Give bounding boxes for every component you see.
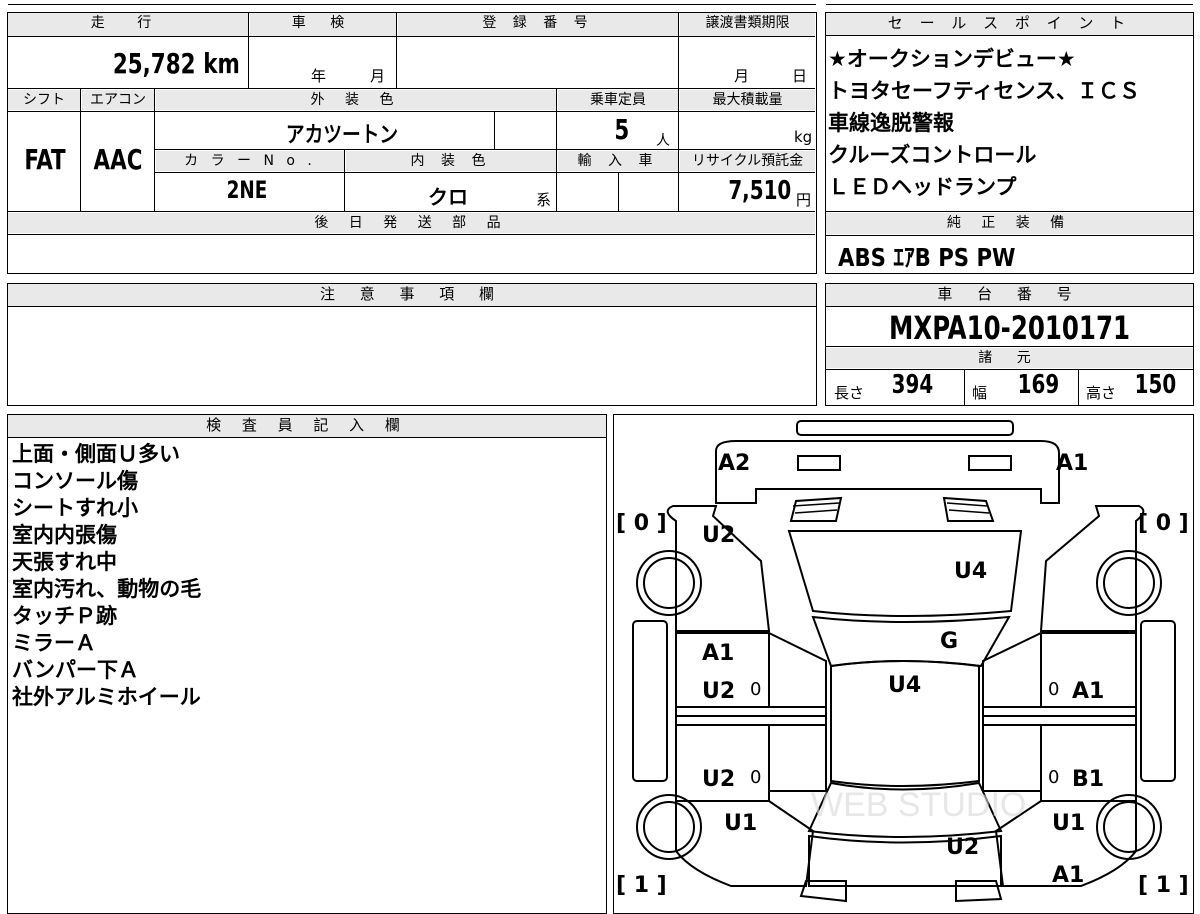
- height-value: 150: [1134, 370, 1177, 400]
- ext-color-header: 外 装 色: [156, 90, 556, 110]
- label-left-rear-fender: U1: [724, 811, 758, 836]
- shaken-header: 車 検: [250, 13, 396, 36]
- width-value: 169: [1017, 370, 1060, 400]
- bracket-bottom-right: [ 1 ]: [1138, 873, 1189, 898]
- inspector-line: シートすれ小: [12, 496, 138, 520]
- watermark: WEB STUDIO: [811, 786, 1026, 824]
- chassis-header: 車 台 番 号: [826, 284, 1193, 307]
- car-outline-diagram: WEB STUDIO: [632, 420, 1176, 903]
- transfer-deadline-header: 譲渡書類期限: [680, 13, 815, 36]
- capacity-header: 乗車定員: [558, 90, 678, 110]
- notes-block: 注 意 事 項 欄: [7, 283, 817, 406]
- zero-mark: 0: [1048, 767, 1060, 788]
- top-strip: [0, 0, 1200, 6]
- inspector-line: 社外アルミホイール: [12, 685, 201, 709]
- label-front-right: A1: [1056, 451, 1089, 476]
- height-label: 高さ: [1086, 384, 1117, 402]
- zero-mark: 0: [750, 767, 762, 788]
- notes-header: 注 意 事 項 欄: [8, 284, 816, 307]
- chassis-number: MXPA10-2010171: [888, 309, 1131, 347]
- zero-mark: 0: [1048, 679, 1060, 700]
- shaken-year: 年: [311, 67, 327, 85]
- max-load-unit: kg: [794, 128, 813, 146]
- bracket-top-left: [ 0 ]: [616, 511, 667, 536]
- recycle-unit: 円: [796, 191, 812, 209]
- sales-points-block: セ ー ル ス ポ イ ン ト ★オークションデビュー★ トヨタセーフティセンス…: [825, 12, 1194, 274]
- shift-header: シフト: [8, 90, 80, 110]
- sales-point: トヨタセーフティセンス、ＩＣＳ: [828, 79, 1141, 103]
- label-left-front-door-u: U2: [702, 679, 736, 704]
- label-hood: U4: [954, 559, 988, 584]
- inspector-lines: 上面・側面Ｕ多い コンソール傷 シートすれ小 室内内張傷 天張すれ中 室内汚れ、…: [8, 441, 606, 711]
- label-tailgate: U2: [946, 835, 980, 860]
- registration-header: 登 録 番 号: [398, 13, 678, 36]
- chassis-block: 車 台 番 号 MXPA10-2010171 諸 元 長さ 394 幅 169 …: [825, 283, 1194, 406]
- capacity-unit: 人: [656, 133, 670, 149]
- color-no-value: 2NE: [226, 176, 268, 204]
- inspector-line: コンソール傷: [12, 469, 138, 493]
- int-color-value: クロ: [428, 185, 468, 209]
- recycle-header: リサイクル預託金: [680, 151, 815, 171]
- label-roof: U4: [888, 673, 922, 698]
- label-rear-right: A1: [1052, 863, 1085, 888]
- sales-point: クルーズコントロール: [828, 143, 1037, 167]
- aircon-header: エアコン: [82, 90, 154, 110]
- sales-point: ＬＥＤヘッドランプ: [828, 175, 1017, 199]
- label-right-rear-fender: U1: [1052, 811, 1086, 836]
- label-left-fender: U2: [702, 523, 736, 548]
- sales-point: ★オークションデビュー★: [828, 47, 1076, 71]
- transfer-month: 月: [734, 67, 750, 85]
- max-load-header: 最大積載量: [680, 90, 815, 110]
- capacity-value: 5: [614, 113, 630, 146]
- shaken-month: 月: [370, 67, 386, 85]
- zero-mark: 0: [750, 679, 762, 700]
- int-color-suffix: 系: [536, 191, 552, 209]
- spec-header: 諸 元: [826, 348, 1193, 368]
- inspector-line: 上面・側面Ｕ多い: [12, 442, 180, 466]
- sales-point: 車線逸脱警報: [828, 111, 954, 135]
- inspector-line: ミラーＡ: [12, 631, 96, 655]
- ext-color-value: アカツートン: [285, 123, 399, 148]
- label-left-rear-door: U2: [702, 767, 736, 792]
- car-diagram-block: WEB STUDIO A2 A1 [ 0 ] [ 0 ] U2 U4 G U4 …: [613, 414, 1194, 914]
- inspector-line: バンパー下Ａ: [12, 658, 140, 682]
- bracket-top-right: [ 0 ]: [1138, 511, 1189, 536]
- equipment-header: 純 正 装 備: [826, 213, 1193, 234]
- later-parts-header: 後 日 発 送 部 品: [8, 213, 815, 233]
- color-no-header: カ ラ ー N o .: [156, 151, 344, 171]
- width-label: 幅: [972, 384, 988, 402]
- inspector-line: 室内汚れ、動物の毛: [12, 577, 202, 601]
- equipment-value: ABS ｴｱB PS PW: [838, 243, 1016, 272]
- inspector-header: 検 査 員 記 入 欄: [8, 415, 606, 438]
- label-left-front-door-a: A1: [702, 641, 735, 666]
- inspector-line: 天張すれ中: [12, 550, 117, 574]
- sales-points-header: セ ー ル ス ポ イ ン ト: [826, 13, 1193, 36]
- label-right-rear-door: B1: [1072, 767, 1105, 792]
- mileage-header: 走 行: [8, 13, 248, 36]
- label-front-left: A2: [718, 451, 751, 476]
- vehicle-info-block: 走 行 車 検 登 録 番 号 譲渡書類期限 25,782 km 年 月 月 日…: [7, 12, 817, 274]
- bracket-bottom-left: [ 1 ]: [616, 873, 667, 898]
- import-header: 輸 入 車: [558, 151, 678, 171]
- int-color-header: 内 装 色: [346, 151, 556, 171]
- inspector-line: 室内内張傷: [12, 523, 117, 547]
- mileage-unit: km: [203, 47, 240, 80]
- mileage-value: 25,782: [112, 47, 196, 80]
- transfer-day: 日: [792, 67, 808, 85]
- recycle-value: 7,510: [728, 176, 792, 206]
- label-right-front-door: A1: [1072, 679, 1105, 704]
- shift-value: FAT: [24, 143, 66, 176]
- length-label: 長さ: [834, 384, 865, 402]
- aircon-value: AAC: [93, 143, 143, 176]
- inspector-line: タッチＰ跡: [12, 604, 117, 628]
- label-windshield: G: [940, 629, 959, 654]
- inspector-block: 検 査 員 記 入 欄 上面・側面Ｕ多い コンソール傷 シートすれ小 室内内張傷…: [7, 414, 607, 914]
- length-value: 394: [891, 370, 934, 400]
